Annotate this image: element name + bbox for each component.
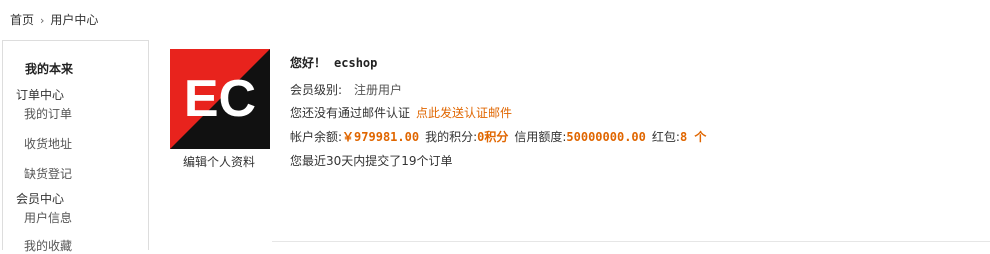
breadcrumb-separator-icon: › [40,14,45,27]
greeting-row: 您好！ ecshop [290,54,377,71]
breadcrumb-home-link[interactable]: 首页 [10,13,34,27]
sidebar-item-my-orders[interactable]: 我的订单 [24,105,72,122]
send-verify-email-link[interactable]: 点此发送认证邮件 [416,106,512,120]
avatar-text: EC [184,70,256,128]
edit-profile-link[interactable]: 编辑个人资料 [183,153,255,170]
sidebar-item-shortage[interactable]: 缺货登记 [24,165,72,182]
bonus-value: 8 个 [679,130,707,144]
balance-value: ￥979981.00 [342,130,420,144]
points-value: 0积分 [477,130,509,144]
sidebar-group-member-center: 会员中心 [16,192,65,206]
sidebar-group-order-center: 订单中心 [16,88,65,102]
greeting-text: 您好！ [290,56,327,70]
ecshop-logo-icon: EC [170,49,270,149]
bonus-label: 红包: [651,130,680,144]
username: ecshop [334,56,378,70]
email-verify-row: 您还没有通过邮件认证 点此发送认证邮件 [290,104,512,121]
points-label: 我的积分: [425,130,478,144]
sidebar-item-user-info[interactable]: 用户信息 [24,209,72,226]
sidebar: 我的本来 订单中心 我的订单 收货地址 缺货登记 会员中心 用户信息 我的收藏 [2,40,149,253]
account-stats-row: 帐户余额:￥979981.00 我的积分:0积分 信用额度:50000000.00 红… [290,128,706,145]
member-level-label: 会员级别: [290,83,343,97]
recent-orders-row: 您最近30天内提交了19个订单 [290,154,453,168]
email-verify-notice: 您还没有通过邮件认证 [290,106,411,120]
sidebar-item-favorites[interactable]: 我的收藏 [24,237,72,254]
breadcrumb: 首页 › 用户中心 [10,12,98,28]
credit-value: 50000000.00 [566,130,646,144]
sidebar-item-address[interactable]: 收货地址 [24,135,72,152]
member-level-row: 会员级别: 注册用户 [290,81,402,98]
avatar[interactable]: EC [170,49,270,149]
member-level-value: 注册用户 [354,83,403,97]
sidebar-title: 我的本来 [25,62,74,76]
breadcrumb-current: 用户中心 [50,13,99,27]
credit-label: 信用额度: [514,130,567,144]
balance-label: 帐户余额: [290,130,343,144]
